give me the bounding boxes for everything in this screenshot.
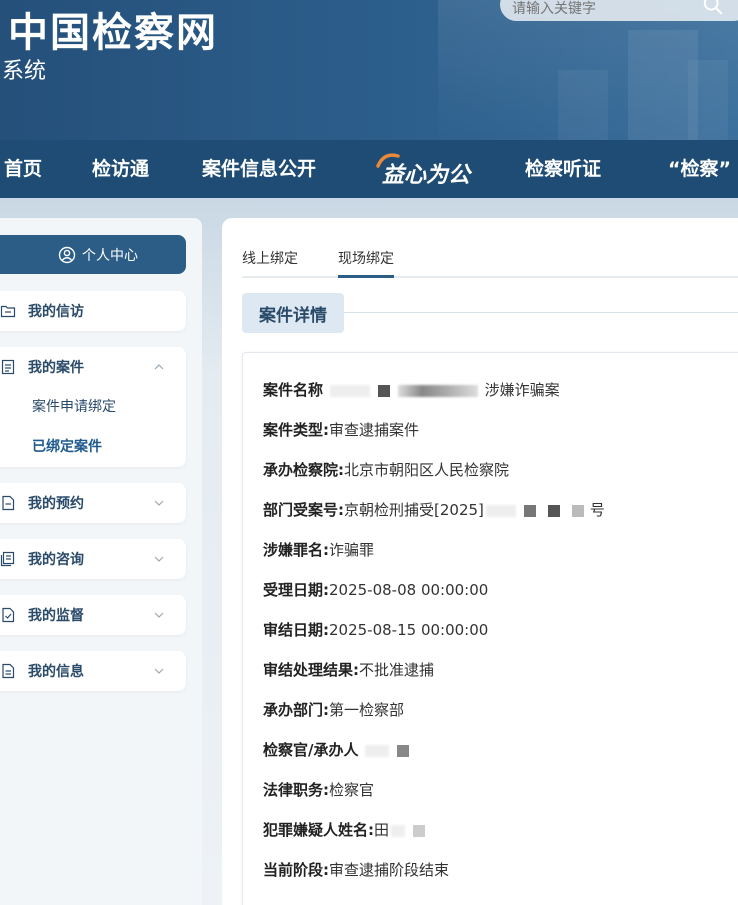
nav-case-info[interactable]: 案件信息公开: [202, 140, 316, 198]
detail-case-name: 案件名称 涉嫌诈骗案: [263, 379, 560, 401]
menu-my-supervision: 我的监督: [0, 595, 186, 635]
detail-accept-date: 受理日期:2025-08-08 00:00:00: [263, 579, 488, 601]
chevron-up-icon[interactable]: [153, 361, 165, 373]
detail-label: 检察官/承办人: [263, 741, 359, 759]
detail-value: 检察官: [329, 781, 375, 799]
chevron-down-icon[interactable]: [153, 609, 165, 621]
detail-value: 第一检察部: [329, 701, 405, 719]
detail-procuratorate: 承办检察院:北京市朝阳区人民检察院: [263, 459, 509, 481]
detail-label: 涉嫌罪名:: [263, 541, 329, 559]
menu-head-consultations[interactable]: 我的咨询: [0, 539, 186, 579]
detail-case-number: 部门受案号:京朝检刑捕受[2025] 号: [263, 499, 605, 521]
detail-current-stage: 当前阶段:审查逮捕阶段结束: [263, 859, 449, 881]
menu-label: 我的咨询: [28, 552, 84, 568]
menu-label: 我的预约: [28, 496, 84, 512]
detail-value: 2025-08-08 00:00:00: [329, 581, 489, 599]
menu-my-petitions: 我的信访: [0, 291, 186, 331]
menu-label: 我的信访: [28, 304, 84, 320]
chevron-down-icon[interactable]: [153, 553, 165, 565]
site-header: 中国检察网 系统: [0, 0, 738, 140]
detail-department: 承办部门:第一检察部: [263, 699, 404, 721]
submenu-case-apply-bind[interactable]: 案件申请绑定: [0, 387, 186, 427]
search-icon[interactable]: [702, 0, 724, 16]
personal-center-label: 个人中心: [82, 247, 138, 264]
nav-yixinweigong-label: 益心为公: [382, 162, 473, 188]
detail-value: 涉嫌诈骗案: [484, 381, 560, 399]
tab-online-bind[interactable]: 线上绑定: [242, 248, 298, 268]
menu-head-info[interactable]: 我的信息: [0, 651, 186, 691]
nav-jiancha-more[interactable]: “检察”: [668, 140, 731, 198]
detail-legal-position: 法律职务:检察官: [263, 779, 374, 801]
detail-label: 受理日期:: [263, 581, 329, 599]
nav-hearing[interactable]: 检察听证: [525, 140, 601, 198]
menu-head-supervision[interactable]: 我的监督: [0, 595, 186, 635]
detail-label: 部门受案号:: [263, 501, 344, 519]
detail-suspect-name: 犯罪嫌疑人姓名:田: [263, 819, 431, 841]
detail-label: 审结日期:: [263, 621, 329, 639]
detail-value: 审查逮捕阶段结束: [329, 861, 450, 879]
search-box[interactable]: [500, 0, 738, 21]
detail-value: 田: [374, 821, 390, 839]
consult-icon: [0, 551, 15, 567]
detail-close-date: 审结日期:2025-08-15 00:00:00: [263, 619, 488, 641]
header-skyline-decoration: [438, 0, 738, 140]
menu-head-appointments[interactable]: 我的预约: [0, 483, 186, 523]
detail-value: 不批准逮捕: [359, 661, 435, 679]
detail-value: 审查逮捕案件: [329, 421, 420, 439]
tab-onsite-bind[interactable]: 现场绑定: [338, 248, 394, 278]
detail-prosecutor: 检察官/承办人: [263, 739, 415, 761]
info-doc-icon: [2, 663, 15, 679]
detail-charge: 涉嫌罪名:诈骗罪: [263, 539, 374, 561]
chevron-down-icon[interactable]: [153, 497, 165, 509]
section-divider: [344, 312, 738, 313]
menu-label: 我的信息: [28, 664, 84, 680]
menu-my-info: 我的信息: [0, 651, 186, 691]
search-input[interactable]: [512, 0, 692, 17]
menu-my-appointments: 我的预约: [0, 483, 186, 523]
menu-label: 我的案件: [28, 360, 84, 376]
site-title: 中国检察网: [8, 10, 218, 56]
personal-center-button[interactable]: 个人中心: [0, 235, 186, 274]
detail-label: 案件类型:: [263, 421, 329, 439]
detail-label: 当前阶段:: [263, 861, 329, 879]
calendar-doc-icon: [2, 495, 15, 511]
nav-jianfangtong[interactable]: 检访通: [92, 140, 149, 198]
detail-label: 犯罪嫌疑人姓名:: [263, 821, 374, 839]
menu-head-cases[interactable]: 我的案件: [0, 347, 186, 387]
menu-head-petitions[interactable]: 我的信访: [0, 291, 186, 331]
detail-label: 法律职务:: [263, 781, 329, 799]
main-nav: 首页 检访通 案件信息公开 益心为公 检察听证 “检察”: [0, 140, 738, 198]
detail-label: 审结处理结果:: [263, 661, 359, 679]
detail-value: 2025-08-15 00:00:00: [329, 621, 489, 639]
site-subtitle: 系统: [2, 59, 47, 84]
folder-icon: [0, 305, 16, 318]
user-circle-icon: [58, 246, 76, 263]
chevron-down-icon[interactable]: [153, 665, 165, 677]
section-title: 案件详情: [242, 293, 344, 333]
bind-tabs: 线上绑定 现场绑定: [242, 240, 738, 278]
detail-label: 案件名称: [263, 381, 324, 399]
detail-label: 承办检察院:: [263, 461, 344, 479]
detail-label: 承办部门:: [263, 701, 329, 719]
nav-yixinweigong-logo[interactable]: 益心为公: [372, 146, 482, 192]
menu-label: 我的监督: [28, 608, 84, 624]
detail-case-type: 案件类型:审查逮捕案件: [263, 419, 419, 441]
detail-value-suffix: 号: [589, 501, 605, 519]
detail-value: 京朝检刑捕受[2025]: [344, 501, 484, 519]
menu-my-cases: 我的案件 案件申请绑定 已绑定案件: [0, 347, 186, 467]
detail-value: 诈骗罪: [329, 541, 375, 559]
detail-result: 审结处理结果:不批准逮捕: [263, 659, 434, 681]
submenu-bound-cases[interactable]: 已绑定案件: [0, 427, 186, 467]
detail-value: 北京市朝阳区人民检察院: [344, 461, 510, 479]
check-doc-icon: [2, 607, 15, 623]
nav-home[interactable]: 首页: [4, 140, 42, 198]
menu-my-consultations: 我的咨询: [0, 539, 186, 579]
document-icon: [1, 359, 15, 375]
